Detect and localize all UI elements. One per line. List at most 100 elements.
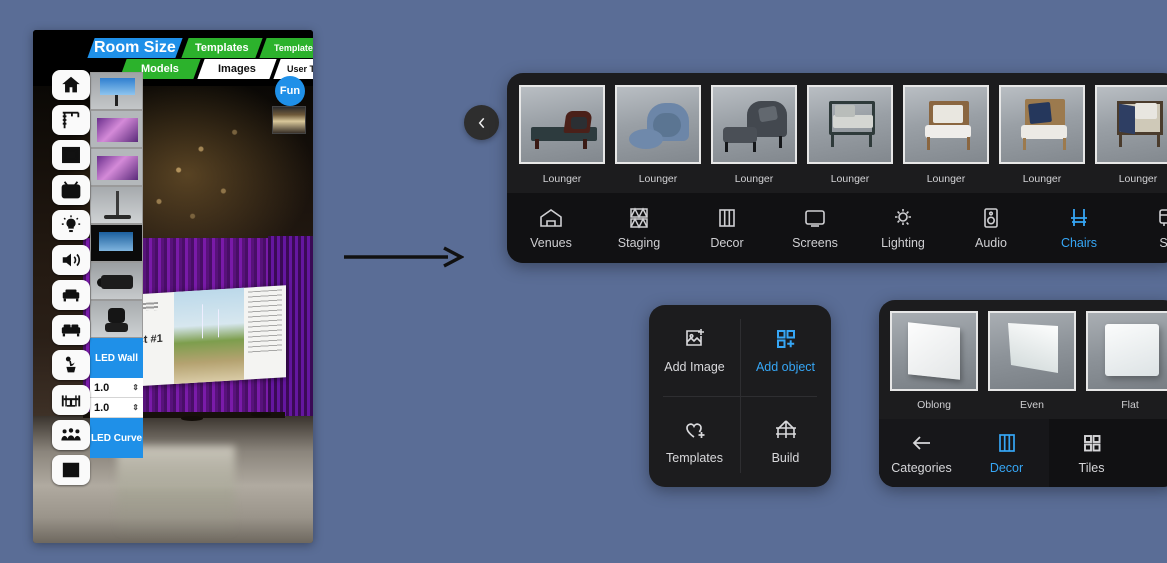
carousel-item[interactable]: Lounger xyxy=(903,85,989,205)
tab-decor[interactable]: Decor xyxy=(683,193,771,263)
decor-item-image[interactable] xyxy=(1086,311,1167,391)
plants-icon-button[interactable] xyxy=(52,350,90,380)
carousel-item[interactable]: Lounger xyxy=(615,85,701,205)
sofa-icon xyxy=(1159,209,1167,226)
chairs-icon-button[interactable] xyxy=(52,280,90,310)
stepper-arrows-icon[interactable]: ⇕ xyxy=(132,383,139,392)
add-object-label: Add object xyxy=(755,360,816,374)
tab-lighting[interactable]: Lighting xyxy=(859,193,947,263)
audio-icon-button[interactable] xyxy=(52,245,90,275)
nav-templates-2[interactable]: Templates xyxy=(259,38,313,58)
thumbnail-camera[interactable] xyxy=(90,262,143,300)
tab-label: Screens xyxy=(792,236,838,250)
chevron-left-icon xyxy=(478,117,484,128)
decor-panel: Oblong Even Flat Categories Decor Tiles xyxy=(879,300,1167,487)
tab-venues[interactable]: Venues xyxy=(507,193,595,263)
sofas-icon-button[interactable] xyxy=(52,315,90,345)
tab-screens[interactable]: Screens xyxy=(771,193,859,263)
decor-items[interactable]: Oblong Even Flat xyxy=(879,300,1167,429)
slide-body-text xyxy=(248,289,282,354)
tab-label: So xyxy=(1159,236,1167,250)
tab-label: Decor xyxy=(710,236,744,250)
carousel-item-image[interactable] xyxy=(999,85,1085,164)
decor-tab-decor[interactable]: Decor xyxy=(964,419,1049,487)
staging-icon-button[interactable] xyxy=(52,105,90,135)
tablet-device: Impact #1 Room Size Templates Templates … xyxy=(33,30,313,543)
decor-item[interactable]: Even xyxy=(988,311,1076,429)
carousel-item-image[interactable] xyxy=(711,85,797,164)
audio-icon xyxy=(984,208,998,228)
decor-item-label: Oblong xyxy=(917,399,951,411)
scene-preview-thumbnail[interactable] xyxy=(272,106,306,134)
lighting-icon-button[interactable] xyxy=(52,210,90,240)
decor-icon xyxy=(719,209,735,227)
tiles-icon xyxy=(1083,435,1100,452)
tv-icon-button[interactable] xyxy=(52,175,90,205)
nav-images[interactable]: Images xyxy=(197,59,277,79)
templates-button[interactable]: Templates xyxy=(649,396,740,487)
decor-item[interactable]: Flat xyxy=(1086,311,1167,429)
nav-templates[interactable]: Templates xyxy=(181,38,263,58)
home-icon-button[interactable] xyxy=(52,70,90,100)
carousel-item-image[interactable] xyxy=(807,85,893,164)
speaker-icon xyxy=(62,253,81,267)
tab-staging[interactable]: Staging xyxy=(595,193,683,263)
decor-item-label: Flat xyxy=(1121,399,1139,411)
carousel-item[interactable]: Lounger xyxy=(1095,85,1167,205)
fun-badge[interactable]: Fun xyxy=(275,76,305,106)
thumbnail-dark-screen[interactable] xyxy=(90,224,143,262)
led-width-stepper[interactable]: 1.0 ⇕ xyxy=(90,378,143,398)
led-curve-button[interactable]: LED Curve xyxy=(90,418,143,458)
decor-item[interactable]: Oblong xyxy=(890,311,978,429)
sofa-icon xyxy=(61,324,81,337)
tab-sofas[interactable]: So xyxy=(1123,193,1167,263)
carousel-item-image[interactable] xyxy=(1095,85,1167,164)
carousel-item-label: Lounger xyxy=(830,173,870,185)
table-chairs-icon xyxy=(61,395,81,407)
templates-label: Templates xyxy=(666,451,723,465)
people-icon-button[interactable] xyxy=(52,420,90,450)
carousel-items[interactable]: Lounger Lounger Lounger Lounger Lounger … xyxy=(507,73,1167,205)
decor-tab-label: Decor xyxy=(989,461,1024,475)
carousel-item[interactable]: Lounger xyxy=(999,85,1085,205)
led-wall-button[interactable]: LED Wall xyxy=(90,338,143,378)
carousel-item[interactable]: Lounger xyxy=(711,85,797,205)
flow-arrow-right xyxy=(344,246,464,268)
tab-chairs[interactable]: Chairs xyxy=(1035,193,1123,263)
carousel-item-image[interactable] xyxy=(615,85,701,164)
screen-icon xyxy=(805,210,825,227)
tab-label: Audio xyxy=(975,236,1007,250)
thumbnail-screen-stand[interactable] xyxy=(90,72,143,110)
thumbnail-purple-screen-2[interactable] xyxy=(90,148,143,186)
thumbnail-purple-screen[interactable] xyxy=(90,110,143,148)
nav-room-size[interactable]: Room Size xyxy=(87,38,183,58)
stepper-arrows-icon[interactable]: ⇕ xyxy=(132,403,139,412)
carousel-item-image[interactable] xyxy=(519,85,605,164)
carousel-back-button[interactable] xyxy=(464,105,499,140)
led-height-stepper[interactable]: 1.0 ⇕ xyxy=(90,398,143,418)
decor-item-image[interactable] xyxy=(988,311,1076,391)
tables-icon-button[interactable] xyxy=(52,385,90,415)
build-button[interactable]: Build xyxy=(740,396,831,487)
decor-tab-tiles[interactable]: Tiles xyxy=(1049,419,1134,487)
tab-label: Chairs xyxy=(1060,236,1098,250)
decor-tab-categories[interactable]: Categories xyxy=(879,419,964,487)
decor-item-image[interactable] xyxy=(890,311,978,391)
add-object-button[interactable]: Add object xyxy=(740,305,831,396)
carousel-item[interactable]: Lounger xyxy=(519,85,605,205)
thumbnail-robotic-light[interactable] xyxy=(90,300,143,338)
add-image-label: Add Image xyxy=(664,360,725,374)
carousel-item-label: Lounger xyxy=(1118,173,1158,185)
decor-item-label: Even xyxy=(1020,399,1044,411)
thumbnail-stand[interactable] xyxy=(90,186,143,224)
slide-photo xyxy=(174,287,244,385)
carousel-item[interactable]: Lounger xyxy=(807,85,893,205)
frame-icon-button[interactable] xyxy=(52,140,90,170)
surfaces-icon-button[interactable] xyxy=(52,455,90,485)
category-tab-bar: Venues Staging Decor Screens Lighting Au… xyxy=(507,193,1167,263)
carousel-item-image[interactable] xyxy=(903,85,989,164)
tv-icon xyxy=(61,181,81,199)
decor-tab-bar: Categories Decor Tiles xyxy=(879,419,1167,487)
tab-audio[interactable]: Audio xyxy=(947,193,1035,263)
add-image-button[interactable]: Add Image xyxy=(649,305,740,396)
